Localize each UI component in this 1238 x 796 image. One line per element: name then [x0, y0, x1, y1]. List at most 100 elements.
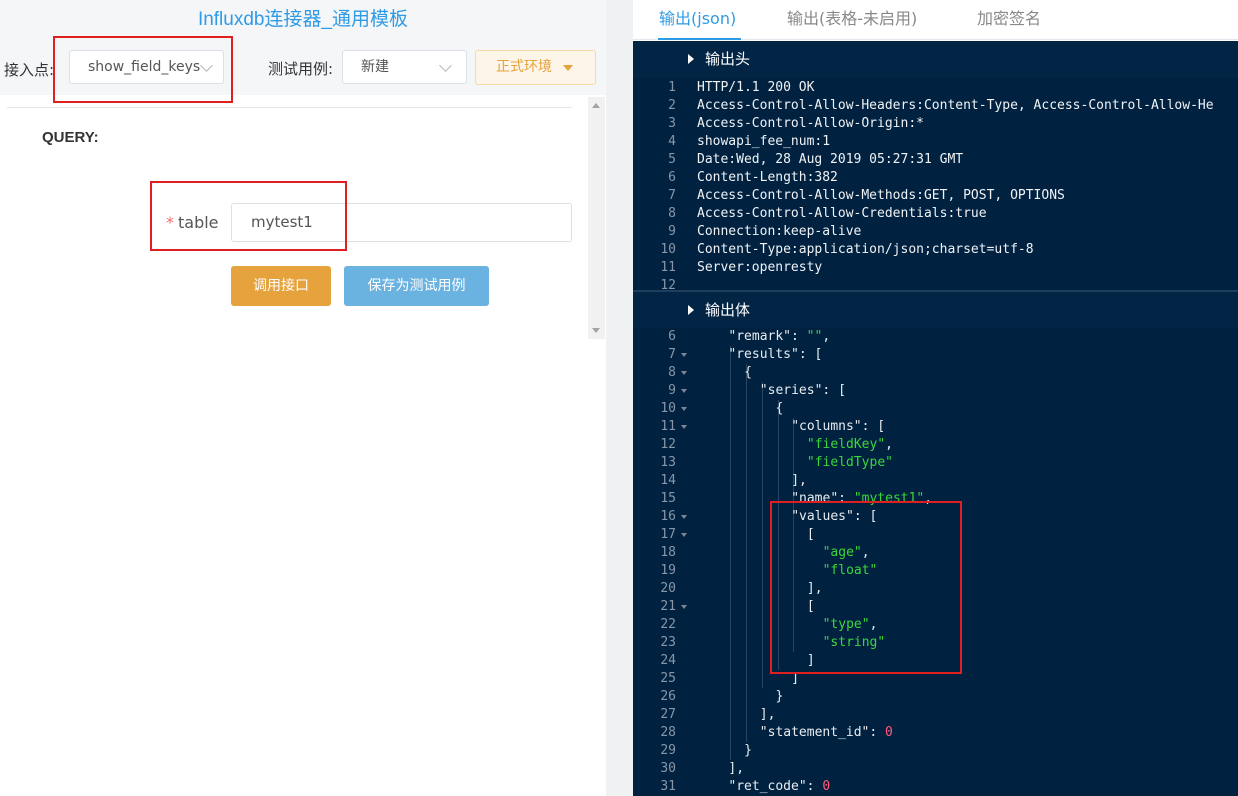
- line-number: 13: [660, 455, 676, 470]
- line-number: 12: [660, 278, 676, 290]
- tab-signature[interactable]: 加密签名: [977, 5, 1041, 29]
- code-text: "age",: [823, 544, 870, 562]
- line-number: 1: [668, 80, 676, 95]
- json-token: ,: [869, 617, 878, 632]
- code-line: 12 "fieldKey",: [633, 436, 1238, 454]
- code-text: "fieldType": [807, 454, 893, 472]
- json-token: "series": [759, 383, 823, 398]
- json-token: }: [775, 689, 784, 704]
- line-number: 31: [660, 779, 676, 794]
- json-token: : [: [798, 347, 823, 362]
- code-line: 15 "name": "mytest1",: [633, 490, 1238, 508]
- fold-arrow-icon[interactable]: [681, 371, 687, 375]
- json-token: "remark": [728, 329, 792, 344]
- line-number: 19: [660, 563, 676, 578]
- json-token: :: [838, 491, 854, 506]
- json-token: "ret_code": [728, 779, 807, 794]
- fold-arrow-icon[interactable]: [681, 605, 687, 609]
- code-text: Connection:keep-alive: [697, 224, 862, 239]
- line-number: 16: [660, 509, 676, 524]
- page-title: Influxdb连接器_通用模板: [197, 9, 409, 30]
- testcase-select[interactable]: 新建: [342, 50, 467, 84]
- code-line: 28 "statement_id": 0: [633, 724, 1238, 742]
- json-token: {: [744, 365, 752, 380]
- json-token: "": [806, 329, 823, 344]
- code-text: ],: [728, 760, 744, 778]
- endpoint-select[interactable]: show_field_keys: [69, 50, 224, 84]
- line-number: 27: [660, 707, 676, 722]
- table-input[interactable]: mytest1: [231, 203, 572, 242]
- code-line: 1 HTTP/1.1 200 OK: [633, 79, 1238, 97]
- json-token: "statement_id": [759, 725, 870, 740]
- code-line: 6 Content-Length:382: [633, 169, 1238, 187]
- fold-arrow-icon[interactable]: [681, 533, 687, 537]
- json-token: "mytest1": [853, 491, 925, 506]
- output-header-title: 输出头: [705, 50, 751, 68]
- fold-arrow-icon[interactable]: [681, 353, 687, 357]
- code-text: ]: [791, 670, 799, 688]
- fold-arrow-icon[interactable]: [681, 389, 687, 393]
- json-token: {: [775, 401, 784, 416]
- code-line: 30],: [633, 760, 1238, 778]
- code-line: 4 showapi_fee_num:1: [633, 133, 1238, 151]
- fold-arrow-icon[interactable]: [681, 515, 687, 519]
- json-token: : [: [822, 383, 846, 398]
- code-line: 9 "series": [: [633, 382, 1238, 400]
- code-text: ]: [807, 652, 815, 670]
- call-api-button[interactable]: 调用接口: [231, 266, 331, 306]
- json-token: "columns": [791, 419, 862, 434]
- testcase-select-value: 新建: [361, 59, 389, 75]
- save-testcase-button[interactable]: 保存为测试用例: [344, 266, 489, 306]
- code-text: "columns": [: [791, 418, 885, 436]
- output-body-section-toggle[interactable]: 输出体: [633, 292, 1238, 329]
- line-number: 10: [660, 242, 676, 257]
- scroll-up-arrow-icon[interactable]: [592, 103, 600, 108]
- json-token: ],: [728, 761, 745, 776]
- tab-output-json[interactable]: 输出(json): [659, 5, 736, 29]
- vertical-scrollbar[interactable]: [588, 97, 605, 339]
- code-line: 24]: [633, 652, 1238, 670]
- fold-arrow-icon[interactable]: [681, 407, 687, 411]
- table-label-text: table: [178, 213, 219, 232]
- code-text: ],: [791, 472, 807, 490]
- tab-output-table[interactable]: 输出(表格-未启用): [787, 5, 917, 29]
- code-line: 11 "columns": [: [633, 418, 1238, 436]
- code-line: 29}: [633, 742, 1238, 760]
- code-line: 27],: [633, 706, 1238, 724]
- json-token: ,: [822, 329, 831, 344]
- line-number: 17: [660, 527, 676, 542]
- code-text: Content-Type:application/json;charset=ut…: [697, 242, 1034, 257]
- json-token: "results": [728, 347, 799, 362]
- json-token: "string": [822, 635, 886, 650]
- line-number: 12: [660, 437, 676, 452]
- json-token: [: [806, 599, 815, 614]
- code-text: "fieldKey",: [807, 436, 893, 454]
- toolbar: Influxdb连接器_通用模板 接入点: show_field_keys 测试…: [0, 0, 606, 95]
- json-token: ],: [791, 473, 807, 488]
- code-text: Content-Length:382: [697, 170, 838, 185]
- code-text: Server:openresty: [697, 260, 823, 275]
- line-number: 24: [660, 653, 676, 668]
- json-token: "float": [822, 563, 878, 578]
- line-number: 30: [660, 761, 676, 776]
- line-number: 15: [660, 491, 676, 506]
- scroll-down-arrow-icon[interactable]: [592, 328, 600, 333]
- chevron-down-icon: [439, 59, 452, 72]
- environment-dropdown-button[interactable]: 正式环境: [475, 50, 596, 85]
- code-line: 23 "string": [633, 634, 1238, 652]
- code-line: 9 Connection:keep-alive: [633, 223, 1238, 241]
- code-text: }: [744, 742, 752, 760]
- line-number: 23: [660, 635, 676, 650]
- line-number: 21: [660, 599, 676, 614]
- fold-arrow-icon[interactable]: [681, 425, 687, 429]
- line-number: 3: [668, 116, 676, 131]
- json-token: :: [791, 329, 807, 344]
- output-header-section-toggle[interactable]: 输出头: [633, 41, 1238, 78]
- code-text: "values": [: [791, 508, 877, 526]
- output-panel: 输出(json) 输出(表格-未启用) 加密签名 输出头 1 HTTP/1.1 2…: [633, 0, 1238, 796]
- json-token: ,: [924, 491, 933, 506]
- code-text: "remark": "",: [728, 328, 830, 346]
- json-token: ],: [806, 581, 823, 596]
- code-text: "results": [: [728, 346, 822, 364]
- chevron-down-icon: [200, 59, 213, 72]
